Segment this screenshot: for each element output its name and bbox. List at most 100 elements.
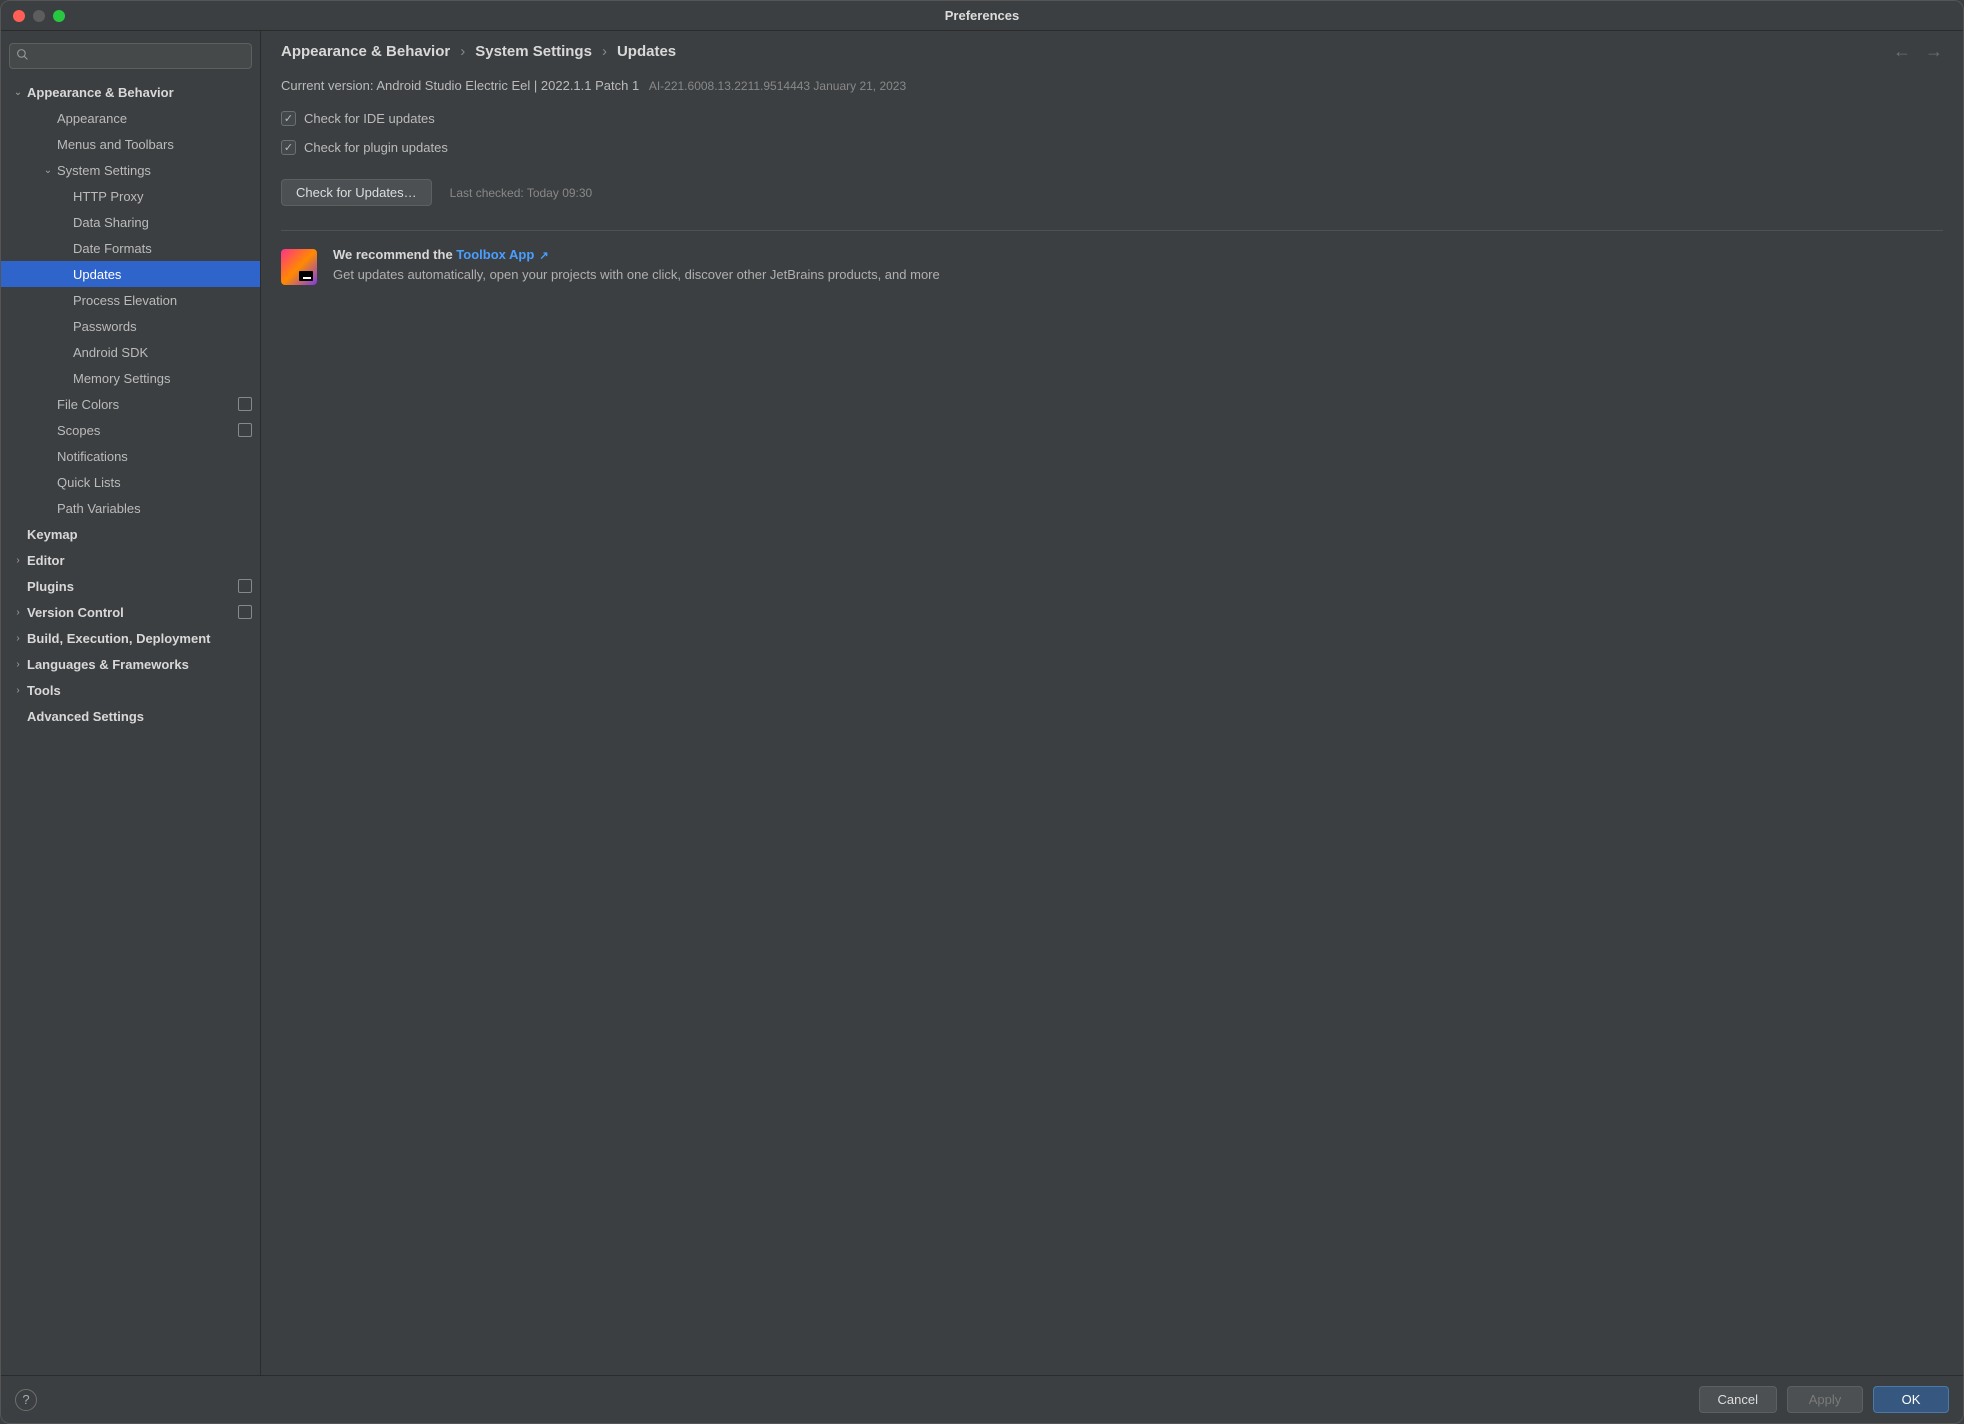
traffic-lights (13, 10, 65, 22)
sidebar-item-label: Version Control (27, 605, 232, 620)
sidebar-item-label: File Colors (57, 397, 232, 412)
sidebar-item-menus-and-toolbars[interactable]: Menus and Toolbars (1, 131, 260, 157)
sidebar-item-passwords[interactable]: Passwords (1, 313, 260, 339)
window-title: Preferences (1, 8, 1963, 23)
search-input[interactable] (9, 43, 252, 69)
sidebar-item-version-control[interactable]: ›Version Control (1, 599, 260, 625)
sidebar-item-label: Android SDK (73, 345, 252, 360)
sidebar-item-label: System Settings (57, 163, 252, 178)
project-level-badge-icon (238, 397, 252, 411)
sidebar-item-system-settings[interactable]: ⌄System Settings (1, 157, 260, 183)
project-level-badge-icon (238, 423, 252, 437)
breadcrumb-sep: › (460, 43, 465, 60)
last-checked-label: Last checked: Today 09:30 (450, 186, 593, 200)
chevron-right-icon[interactable]: › (11, 555, 25, 566)
sidebar-item-advanced-settings[interactable]: Advanced Settings (1, 703, 260, 729)
apply-button[interactable]: Apply (1787, 1386, 1863, 1413)
nav-back-icon[interactable]: ← (1893, 41, 1911, 62)
chevron-down-icon[interactable]: ⌄ (41, 165, 55, 176)
sidebar-item-label: Appearance & Behavior (27, 85, 252, 100)
sidebar-item-appearance-behavior[interactable]: ⌄Appearance & Behavior (1, 79, 260, 105)
chevron-down-icon[interactable]: ⌄ (11, 87, 25, 98)
sidebar-item-label: Menus and Toolbars (57, 137, 252, 152)
sidebar-item-editor[interactable]: ›Editor (1, 547, 260, 573)
check-ide-updates-row: ✓ Check for IDE updates (281, 111, 1943, 126)
sidebar-item-android-sdk[interactable]: Android SDK (1, 339, 260, 365)
external-link-icon: ↗ (536, 250, 548, 262)
check-plugin-updates-checkbox[interactable]: ✓ (281, 140, 296, 155)
sidebar-item-label: Keymap (27, 527, 252, 542)
check-ide-updates-label: Check for IDE updates (304, 111, 435, 126)
chevron-right-icon[interactable]: › (11, 685, 25, 696)
sidebar: ⌄Appearance & BehaviorAppearanceMenus an… (1, 31, 261, 1375)
sidebar-item-label: Data Sharing (73, 215, 252, 230)
help-button[interactable]: ? (15, 1389, 37, 1411)
check-plugin-updates-label: Check for plugin updates (304, 140, 448, 155)
version-line: Current version: Android Studio Electric… (281, 78, 1943, 93)
sidebar-item-label: Build, Execution, Deployment (27, 631, 252, 646)
sidebar-item-appearance[interactable]: Appearance (1, 105, 260, 131)
version-product: Android Studio Electric Eel | 2022.1.1 P… (376, 78, 639, 93)
cancel-button[interactable]: Cancel (1699, 1386, 1777, 1413)
sidebar-item-path-variables[interactable]: Path Variables (1, 495, 260, 521)
sidebar-item-scopes[interactable]: Scopes (1, 417, 260, 443)
sidebar-item-label: Process Elevation (73, 293, 252, 308)
version-build: AI-221.6008.13.2211.9514443 January 21, … (649, 79, 906, 93)
promo-body: Get updates automatically, open your pro… (333, 266, 940, 284)
sidebar-item-label: Updates (73, 267, 252, 282)
sidebar-item-label: Appearance (57, 111, 252, 126)
sidebar-item-label: Notifications (57, 449, 252, 464)
sidebar-item-label: Advanced Settings (27, 709, 252, 724)
sidebar-item-updates[interactable]: Updates (1, 261, 260, 287)
ok-button[interactable]: OK (1873, 1386, 1949, 1413)
check-for-updates-button[interactable]: Check for Updates… (281, 179, 432, 206)
nav-forward-icon[interactable]: → (1925, 41, 1943, 62)
sidebar-item-label: Editor (27, 553, 252, 568)
breadcrumb-sep: › (602, 43, 607, 60)
chevron-right-icon[interactable]: › (11, 607, 25, 618)
breadcrumb-seg-3[interactable]: Updates (617, 43, 676, 60)
sidebar-item-plugins[interactable]: Plugins (1, 573, 260, 599)
sidebar-item-label: Tools (27, 683, 252, 698)
sidebar-item-label: Plugins (27, 579, 232, 594)
settings-tree[interactable]: ⌄Appearance & BehaviorAppearanceMenus an… (1, 75, 260, 1375)
sidebar-item-process-elevation[interactable]: Process Elevation (1, 287, 260, 313)
project-level-badge-icon (238, 605, 252, 619)
titlebar: Preferences (1, 1, 1963, 31)
main-panel: Appearance & Behavior › System Settings … (261, 31, 1963, 1375)
sidebar-item-quick-lists[interactable]: Quick Lists (1, 469, 260, 495)
sidebar-item-label: Path Variables (57, 501, 252, 516)
sidebar-item-tools[interactable]: ›Tools (1, 677, 260, 703)
sidebar-item-label: Passwords (73, 319, 252, 334)
divider (281, 230, 1943, 231)
breadcrumb-seg-2[interactable]: System Settings (475, 43, 592, 60)
check-ide-updates-checkbox[interactable]: ✓ (281, 111, 296, 126)
sidebar-item-label: Memory Settings (73, 371, 252, 386)
sidebar-item-keymap[interactable]: Keymap (1, 521, 260, 547)
window-maximize-button[interactable] (53, 10, 65, 22)
toolbox-link[interactable]: Toolbox App (456, 247, 534, 262)
sidebar-item-label: HTTP Proxy (73, 189, 252, 204)
sidebar-item-notifications[interactable]: Notifications (1, 443, 260, 469)
sidebar-item-memory-settings[interactable]: Memory Settings (1, 365, 260, 391)
breadcrumb-seg-1[interactable]: Appearance & Behavior (281, 43, 450, 60)
check-plugin-updates-row: ✓ Check for plugin updates (281, 140, 1943, 155)
breadcrumb: Appearance & Behavior › System Settings … (281, 43, 676, 60)
toolbox-icon (281, 249, 317, 285)
preferences-window: Preferences ⌄Appearance & BehaviorAppear… (0, 0, 1964, 1424)
promo-lead: We recommend the (333, 247, 456, 262)
chevron-right-icon[interactable]: › (11, 633, 25, 644)
window-minimize-button[interactable] (33, 10, 45, 22)
toolbox-promo: We recommend the Toolbox App ↗ Get updat… (281, 247, 1943, 285)
sidebar-item-build-execution-deployment[interactable]: ›Build, Execution, Deployment (1, 625, 260, 651)
window-close-button[interactable] (13, 10, 25, 22)
sidebar-item-languages-frameworks[interactable]: ›Languages & Frameworks (1, 651, 260, 677)
sidebar-item-date-formats[interactable]: Date Formats (1, 235, 260, 261)
sidebar-item-label: Quick Lists (57, 475, 252, 490)
chevron-right-icon[interactable]: › (11, 659, 25, 670)
sidebar-item-data-sharing[interactable]: Data Sharing (1, 209, 260, 235)
footer: ? Cancel Apply OK (1, 1375, 1963, 1423)
sidebar-item-http-proxy[interactable]: HTTP Proxy (1, 183, 260, 209)
sidebar-item-label: Languages & Frameworks (27, 657, 252, 672)
sidebar-item-file-colors[interactable]: File Colors (1, 391, 260, 417)
